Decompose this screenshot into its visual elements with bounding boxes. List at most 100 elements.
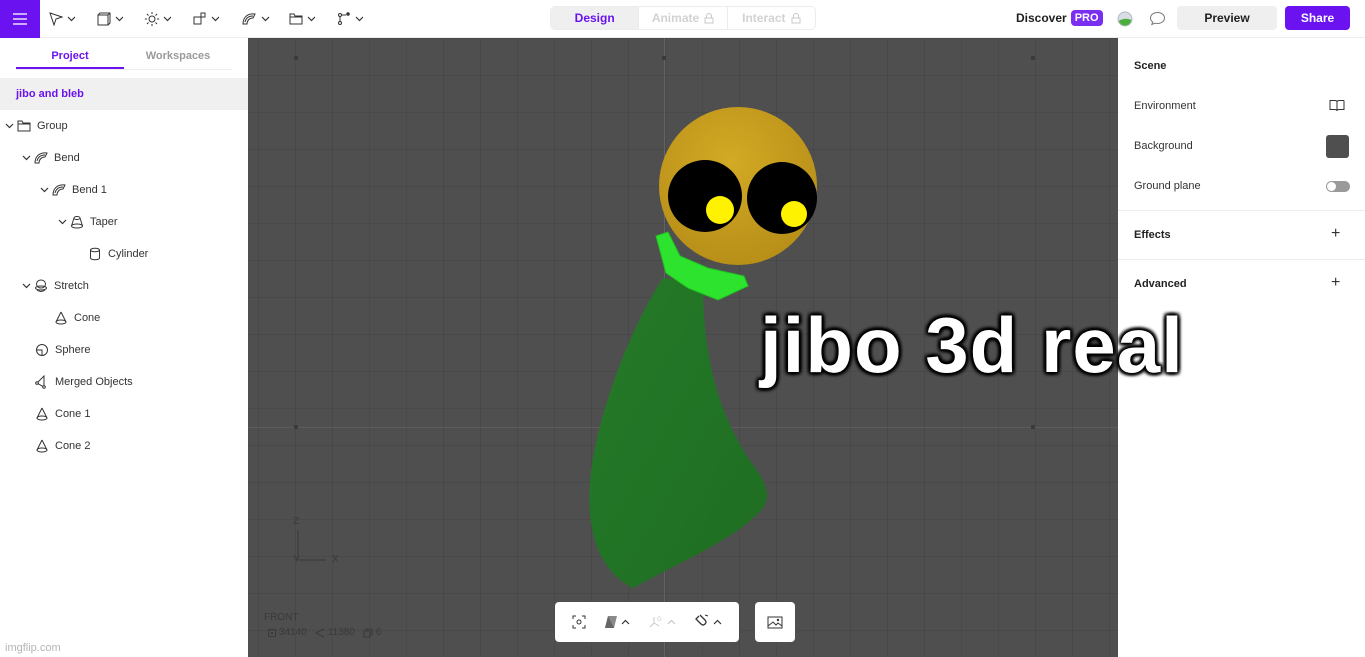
add-advanced-button[interactable]: + [1331,275,1340,291]
merged-icon [35,375,46,389]
chevron-down-icon[interactable] [22,283,31,289]
gizmo-y-label: Y [293,554,300,565]
bend-icon [52,184,66,196]
mode-label: Design [574,11,615,25]
chevron-down-icon[interactable] [5,123,14,129]
chevron-down-icon[interactable] [58,219,67,225]
ground-plane-toggle[interactable] [1326,181,1350,192]
cursor-arrow-icon [49,12,63,26]
chevron-down-icon [67,16,76,22]
chevron-down-icon[interactable] [22,155,31,161]
triangle-icon [314,628,325,637]
gizmo-x-label: X [332,554,339,565]
focus-button[interactable] [572,615,586,629]
main-menu-button[interactable] [0,0,40,38]
tree-item-label: Stretch [54,280,89,292]
tree-item-cone-1[interactable]: Cone 1 [33,404,90,424]
modifier-tool-button[interactable] [241,9,270,29]
export-image-button[interactable] [755,602,795,642]
shapes-icon [193,12,206,25]
cylinder-icon [90,247,100,261]
chevron-up-icon [667,619,676,625]
chevron-down-icon [163,16,172,22]
project-name[interactable]: jibo and bleb [0,78,248,110]
chevron-up-icon [713,619,722,625]
tree-item-sphere[interactable]: Sphere [33,340,90,360]
sun-icon [145,12,159,26]
lock-icon [791,12,800,23]
path-tool-button[interactable] [337,9,364,29]
scene-title: Scene [1134,60,1167,72]
right-pupil [781,201,807,227]
chevron-down-icon[interactable] [40,187,49,193]
body-mesh[interactable] [589,278,768,588]
left-pupil [706,196,734,224]
add-effect-button[interactable]: + [1331,226,1340,242]
mode-animate-tab[interactable]: Animate [638,7,726,29]
tree-item-label: Cylinder [108,248,149,260]
preview-button[interactable]: Preview [1177,6,1277,30]
group-tool-button[interactable] [289,9,316,29]
tree-item-taper[interactable]: Taper [56,212,118,232]
tree-item-bend[interactable]: Bend [20,148,80,168]
material-view-button[interactable] [604,615,630,629]
gizmo-z-label: Z [293,516,300,527]
effects-title: Effects [1134,229,1171,241]
viewport-toolbar: G [555,602,739,642]
divider [1118,259,1365,260]
book-icon[interactable] [1329,99,1345,112]
discover-link[interactable]: Discover PRO [1016,10,1103,26]
tree-item-cone[interactable]: Cone [52,308,100,328]
tree-item-label: Cone 1 [55,408,91,420]
tree-item-stretch[interactable]: Stretch [20,276,89,296]
shading-icon [605,616,617,628]
meme-caption: jibo 3d real [760,301,1184,389]
tab-workspaces[interactable]: Workspaces [124,50,232,69]
taper-icon [71,216,83,229]
divider [1118,210,1365,211]
chevron-down-icon [307,16,316,22]
tree-item-bend-1[interactable]: Bend 1 [38,180,107,200]
comment-icon[interactable] [1149,11,1166,26]
background-color-swatch[interactable] [1326,135,1349,158]
light-tool-button[interactable] [145,9,172,29]
tree-item-label: Bend [54,152,80,164]
mode-switcher: Design Animate Interact [550,6,816,30]
tree-item-cone-2[interactable]: Cone 2 [33,436,90,456]
object-tool-button[interactable] [97,9,124,29]
share-button[interactable]: Share [1285,6,1350,30]
gizmo-icon: G [649,617,662,628]
mode-label: Animate [651,11,700,25]
scene-stats: 34140 11380 6 [268,627,381,638]
stretch-icon [35,279,47,292]
pro-badge: PRO [1070,10,1103,26]
user-avatar-icon[interactable] [1117,11,1133,27]
shapes-tool-button[interactable] [193,9,220,29]
view-name: FRONT [264,612,299,623]
vertex-icon [268,628,276,637]
focus-icon [572,615,586,629]
mode-design-tab[interactable]: Design [551,7,639,29]
tree-item-cylinder[interactable]: Cylinder [86,244,148,264]
cone-icon [55,311,67,325]
tree-item-merged-objects[interactable]: Merged Objects [33,372,133,392]
panel-tabs: Project Workspaces [16,50,232,70]
watermark: imgflip.com [5,642,61,654]
magnet-icon [695,614,709,626]
chevron-down-icon [211,16,220,22]
advanced-title: Advanced [1134,278,1187,290]
select-tool-button[interactable] [49,9,76,29]
image-icon [767,616,783,628]
mode-label: Interact [742,11,786,25]
snap-button[interactable] [694,614,722,630]
objects-icon [363,628,373,637]
mode-interact-tab[interactable]: Interact [726,7,815,29]
project-panel: Project Workspaces jibo and bleb Group B… [0,38,248,657]
tab-project[interactable]: Project [16,50,124,69]
bend-icon [34,152,48,164]
tree-item-group[interactable]: Group [3,116,68,136]
gizmo-button[interactable]: G [648,615,676,629]
folder-icon [17,120,31,132]
lock-icon [704,12,714,23]
tree-item-label: Sphere [55,344,91,356]
